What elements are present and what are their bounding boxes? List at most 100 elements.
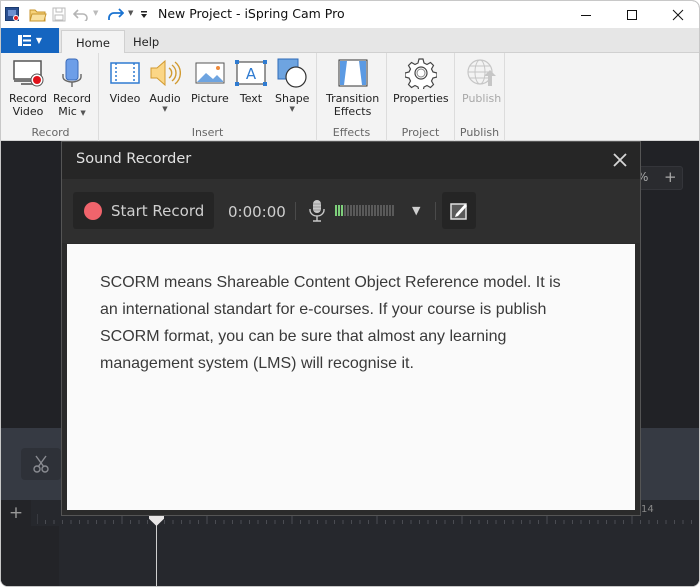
record-mic-label-2: Mic ▼ — [58, 105, 86, 118]
level-meter-bar — [344, 205, 346, 216]
shape-label: Shape — [275, 92, 310, 105]
record-mic-button[interactable]: Record Mic ▼ — [53, 57, 91, 118]
recorder-toolbar: Start Record 0:00:00 ▼ — [62, 179, 640, 243]
app-window: ▼ ▼ New Project - iSpring Cam Pro ▼ Home… — [0, 0, 700, 587]
insert-audio-button[interactable]: Audio ▼ — [149, 57, 181, 113]
app-icon[interactable] — [5, 7, 19, 21]
picture-icon — [195, 62, 225, 84]
ribbon-tab-bar: ▼ Home Help — [1, 28, 699, 54]
dialog-header: Sound Recorder — [62, 142, 640, 179]
maximize-button[interactable] — [609, 1, 655, 28]
tab-home[interactable]: Home — [61, 30, 125, 54]
edit-script-button[interactable] — [442, 192, 476, 229]
insert-text-button[interactable]: A Text — [235, 57, 267, 105]
microphone-icon[interactable] — [308, 199, 326, 223]
dialog-title: Sound Recorder — [76, 151, 192, 167]
shape-icon — [277, 58, 307, 88]
globe-upload-icon — [467, 59, 496, 86]
script-text: SCORM means Shareable Content Object Ref… — [100, 274, 561, 372]
svg-text:A: A — [246, 65, 257, 83]
start-record-button[interactable]: Start Record — [73, 192, 214, 229]
speaker-icon — [150, 59, 181, 87]
transition-label-2: Effects — [333, 105, 372, 118]
level-meter-bar — [377, 205, 379, 216]
tab-help[interactable]: Help — [119, 30, 173, 54]
level-meter-bar — [347, 205, 349, 216]
edit-icon — [450, 202, 467, 220]
record-video-label-1: Record — [9, 92, 48, 105]
insert-video-button[interactable]: Video — [109, 57, 141, 105]
record-mic-label-1: Record — [53, 92, 92, 105]
group-label-effects: Effects — [332, 126, 371, 139]
dialog-close-button[interactable] — [610, 149, 630, 171]
save-icon[interactable] — [52, 7, 66, 22]
record-video-button[interactable]: Record Video — [9, 57, 47, 118]
track-header — [1, 526, 59, 586]
undo-dropdown-icon[interactable]: ▼ — [93, 9, 98, 17]
level-meter — [335, 205, 394, 216]
chevron-down-icon: ▼ — [162, 105, 168, 113]
open-folder-icon[interactable] — [29, 7, 47, 22]
group-label-record: Record — [31, 126, 70, 139]
group-label-project: Project — [401, 126, 440, 139]
ribbon: Record Video Record Mic ▼ Record Video A… — [1, 53, 699, 141]
chevron-down-icon: ▼ — [80, 109, 86, 117]
text-box-icon: A — [235, 60, 267, 86]
chevron-down-icon: ▼ — [289, 105, 295, 113]
minimize-icon — [581, 14, 591, 16]
level-meter-bar — [359, 205, 361, 216]
level-meter-bar — [368, 205, 370, 216]
level-meter-bar — [341, 205, 343, 216]
level-meter-bar — [362, 205, 364, 216]
film-icon — [110, 62, 140, 84]
start-record-label: Start Record — [111, 201, 205, 220]
ribbon-group-publish: Publish Publish — [455, 53, 505, 141]
scissors-icon — [33, 455, 49, 473]
record-video-label-2: Video — [12, 105, 44, 118]
file-menu-button[interactable]: ▼ — [1, 28, 59, 53]
close-icon — [672, 9, 684, 20]
group-label-publish: Publish — [459, 126, 500, 139]
insert-picture-button[interactable]: Picture — [191, 57, 229, 105]
title-bar: ▼ ▼ New Project - iSpring Cam Pro — [1, 1, 699, 28]
level-meter-bar — [335, 205, 337, 216]
record-dot-icon — [84, 201, 102, 220]
customize-icon[interactable] — [140, 10, 148, 19]
window-title: New Project - iSpring Cam Pro — [158, 6, 345, 21]
zoom-in-button[interactable]: + — [664, 168, 677, 186]
script-text-area[interactable]: SCORM means Shareable Content Object Ref… — [67, 244, 635, 510]
level-meter-bar — [356, 205, 358, 216]
level-meter-bar — [365, 205, 367, 216]
ribbon-group-insert: Video Audio ▼ Picture A Text Shape ▼ Ins… — [99, 53, 317, 141]
transition-label-1: Transition — [326, 92, 380, 105]
add-track-button[interactable]: + — [1, 500, 31, 526]
insert-shape-button[interactable]: Shape ▼ — [275, 57, 309, 113]
sound-recorder-dialog: Sound Recorder Start Record 0:00:00 ▼ SC… — [61, 141, 641, 516]
properties-button[interactable]: Properties — [393, 57, 449, 105]
record-timer: 0:00:00 — [228, 203, 286, 221]
cut-button[interactable] — [21, 448, 61, 480]
chevron-down-icon: ▼ — [35, 36, 43, 45]
divider — [435, 202, 436, 220]
video-label: Video — [109, 92, 141, 105]
device-dropdown-button[interactable]: ▼ — [412, 204, 420, 217]
maximize-icon — [627, 9, 637, 20]
minimize-button[interactable] — [563, 1, 609, 28]
transition-effects-button[interactable]: Transition Effects — [326, 57, 379, 118]
level-meter-bar — [350, 205, 352, 216]
transition-icon — [338, 59, 368, 87]
redo-icon[interactable] — [107, 7, 124, 21]
publish-button[interactable]: Publish — [462, 57, 501, 105]
menu-icon — [17, 35, 31, 46]
publish-label: Publish — [462, 92, 502, 105]
level-meter-bar — [353, 205, 355, 216]
level-meter-bar — [389, 205, 391, 216]
undo-icon[interactable] — [73, 7, 89, 21]
record-video-icon — [13, 60, 44, 87]
level-meter-bar — [371, 205, 373, 216]
text-label: Text — [239, 92, 263, 105]
properties-label: Properties — [393, 92, 449, 105]
ribbon-group-record: Record Video Record Mic ▼ Record — [3, 53, 99, 141]
redo-dropdown-icon[interactable]: ▼ — [128, 9, 133, 17]
close-button[interactable] — [655, 1, 699, 28]
